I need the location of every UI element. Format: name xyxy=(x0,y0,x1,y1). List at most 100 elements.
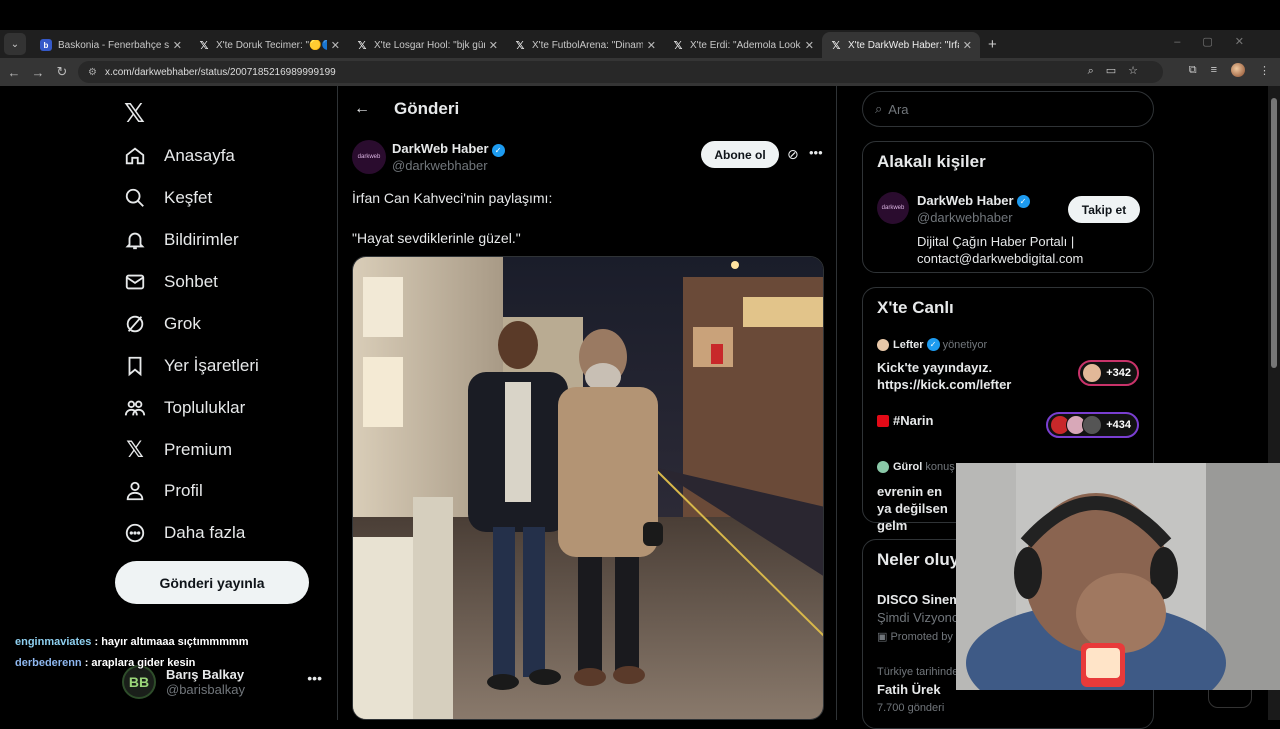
more-dots-icon[interactable]: ••• xyxy=(307,670,322,686)
post-button[interactable]: Gönderi yayınla xyxy=(115,561,309,604)
browser-tab[interactable]: 𝕏 X'te Doruk Tecimer: "🟡🔵 Fene ✕ xyxy=(190,32,348,58)
browser-tab[interactable]: 𝕏 X'te Erdi: "Ademola Lookman🇳🇬 ✕ xyxy=(664,32,822,58)
live-listeners-pill[interactable]: +342 xyxy=(1078,360,1139,386)
home-icon xyxy=(122,143,148,169)
avatar[interactable]: darkweb xyxy=(352,140,386,174)
live-host-name: #Narin xyxy=(893,413,934,428)
live-host-row[interactable]: #Narin xyxy=(877,413,936,428)
live-listeners-pill[interactable]: +434 xyxy=(1046,412,1139,438)
close-tab-icon[interactable]: ✕ xyxy=(489,39,498,52)
address-bar: ← → ↻ ⚙ x.com/darkwebhaber/status/200718… xyxy=(0,58,1280,86)
live-host-row[interactable]: Gürol konuş xyxy=(877,461,955,473)
avatar xyxy=(877,338,889,351)
more-dots-icon[interactable]: ••• xyxy=(809,145,823,160)
tab-title: X'te DarkWeb Haber: "İrfan Can xyxy=(848,39,959,51)
promoted-text: Promoted by xyxy=(890,631,953,643)
nav-label: Premium xyxy=(164,440,233,459)
follow-button[interactable]: Takip et xyxy=(1068,196,1140,223)
close-tab-icon[interactable]: ✕ xyxy=(805,39,814,52)
nav-grok[interactable]: Grok xyxy=(122,304,201,344)
url-field[interactable]: ⚙ x.com/darkwebhaber/status/200718521698… xyxy=(78,61,1163,83)
post-author[interactable]: darkweb DarkWeb Haber ✓ @darkwebhaber xyxy=(352,140,505,174)
tab-title: Baskonia - Fenerbahçe skorlar xyxy=(58,39,169,51)
nav-home[interactable]: Anasayfa xyxy=(122,136,235,176)
tweet-line: "Hayat sevdiklerinle güzel." xyxy=(352,230,521,246)
grok-icon xyxy=(122,311,148,337)
nav-notifications[interactable]: Bildirimler xyxy=(122,220,239,260)
close-tab-icon[interactable]: ✕ xyxy=(331,39,340,52)
browser-tab[interactable]: 𝕏 X'te Losgar Hool: "bjk gündemi ✕ xyxy=(348,32,506,58)
nav-explore[interactable]: Keşfet xyxy=(122,178,212,218)
tab-title: X'te Doruk Tecimer: "🟡🔵 Fene xyxy=(216,39,327,51)
card-heading: Alakalı kişiler xyxy=(877,152,986,171)
tab-search-button[interactable]: ⌄ xyxy=(4,33,26,55)
left-sidebar: 𝕏 Anasayfa Keşfet Bildirimler Sohbet Gro… xyxy=(112,86,336,720)
nav-more[interactable]: Daha fazla xyxy=(122,513,245,553)
mail-icon xyxy=(122,269,148,295)
tweet-photo[interactable] xyxy=(352,256,824,720)
chat-username: derbederenn xyxy=(15,657,82,669)
trend-title[interactable]: Fatih Ürek xyxy=(877,682,941,697)
back-arrow-icon[interactable]: ← xyxy=(354,100,370,118)
trend-title[interactable]: DISCO Sinem xyxy=(877,592,961,607)
related-bio: Dijital Çağın Haber Portalı | contact@da… xyxy=(917,234,1084,266)
communities-icon xyxy=(122,395,148,421)
turkey-flag-icon xyxy=(877,414,889,427)
avatar xyxy=(1082,415,1103,435)
main-column: ← Gönderi darkweb DarkWeb Haber ✓ @darkwe… xyxy=(337,86,837,720)
nav-bookmarks[interactable]: Yer İşaretleri xyxy=(122,346,259,386)
url-action-icons[interactable]: ⌕▭☆ xyxy=(1088,64,1150,78)
live-title[interactable]: Kick'te yayındayız. https://kick.com/lef… xyxy=(877,359,1037,393)
author-name[interactable]: DarkWeb Haber xyxy=(392,141,489,156)
nav-profile[interactable]: Profil xyxy=(122,471,203,511)
search-input[interactable]: ⌕ Ara xyxy=(862,91,1154,127)
webcam-overlay xyxy=(956,463,1280,690)
nav-chat[interactable]: Sohbet xyxy=(122,262,218,302)
nav-label: Anasayfa xyxy=(164,146,235,165)
chat-message: derbederenn : araplara gider kesin xyxy=(15,653,249,674)
more-circle-icon xyxy=(122,520,148,546)
browser-tab[interactable]: 𝕏 X'te FutbolArena: "Dinamo Zagr ✕ xyxy=(506,32,664,58)
trend-subtitle: Şimdi Vizyonc xyxy=(877,610,959,625)
reload-icon[interactable]: ↻ xyxy=(50,64,74,80)
chat-text: : araplara gider kesin xyxy=(81,657,196,669)
site-settings-icon[interactable]: ⚙ xyxy=(88,67,97,78)
media-icon[interactable]: ≡ xyxy=(1211,64,1217,76)
related-name[interactable]: DarkWeb Haber xyxy=(917,193,1014,208)
grok-icon[interactable]: ⊘ xyxy=(787,146,799,163)
nav-label: Profil xyxy=(164,481,203,500)
b-icon: b xyxy=(40,39,52,51)
nav-label: Sohbet xyxy=(164,272,218,291)
live-title[interactable]: evrenin en ya değilsen gelm xyxy=(877,483,957,534)
trend-post-count: 7.700 gönderi xyxy=(877,702,945,714)
close-tab-icon[interactable]: ✕ xyxy=(647,39,656,52)
browser-tab[interactable]: b Baskonia - Fenerbahçe skorlar ✕ xyxy=(32,32,190,58)
extensions-icon[interactable]: ⧉ xyxy=(1189,64,1197,77)
new-tab-icon[interactable]: + xyxy=(988,36,997,53)
scrollbar-thumb[interactable] xyxy=(1271,98,1277,368)
close-tab-icon[interactable]: ✕ xyxy=(963,39,972,52)
profile-avatar[interactable] xyxy=(1231,63,1245,77)
promoted-label: ▣ Promoted by xyxy=(877,630,953,643)
subscribe-button[interactable]: Abone ol xyxy=(701,141,779,168)
menu-icon[interactable]: ⋮ xyxy=(1259,64,1270,77)
verified-badge-icon: ✓ xyxy=(1016,195,1030,209)
author-handle[interactable]: @darkwebhaber xyxy=(392,158,505,173)
avatar[interactable]: darkweb xyxy=(877,192,909,224)
close-tab-icon[interactable]: ✕ xyxy=(173,39,182,52)
x-icon: 𝕏 xyxy=(515,39,525,52)
extensions-area: ⧉ ≡ ⋮ xyxy=(1189,63,1270,77)
account-handle: @barisbalkay xyxy=(166,682,245,697)
x-logo-icon[interactable]: 𝕏 xyxy=(124,98,145,129)
live-host-row[interactable]: Lefter ✓ yönetiyor xyxy=(877,338,987,351)
window-controls[interactable]: –▢✕ xyxy=(1174,35,1266,48)
nav-communities[interactable]: Topluluklar xyxy=(122,388,245,428)
page-title: Gönderi xyxy=(394,99,460,118)
nav-label: Daha fazla xyxy=(164,523,246,542)
browser-tab-active[interactable]: 𝕏 X'te DarkWeb Haber: "İrfan Can ✕ xyxy=(822,32,980,58)
related-people-card: Alakalı kişiler darkweb DarkWeb Haber ✓ @… xyxy=(862,141,1154,273)
forward-arrow-icon[interactable]: → xyxy=(26,65,50,80)
nav-premium[interactable]: 𝕏 Premium xyxy=(122,430,232,470)
tweet-line: İrfan Can Kahveci'nin paylaşımı: xyxy=(352,190,553,206)
back-arrow-icon[interactable]: ← xyxy=(2,65,26,80)
